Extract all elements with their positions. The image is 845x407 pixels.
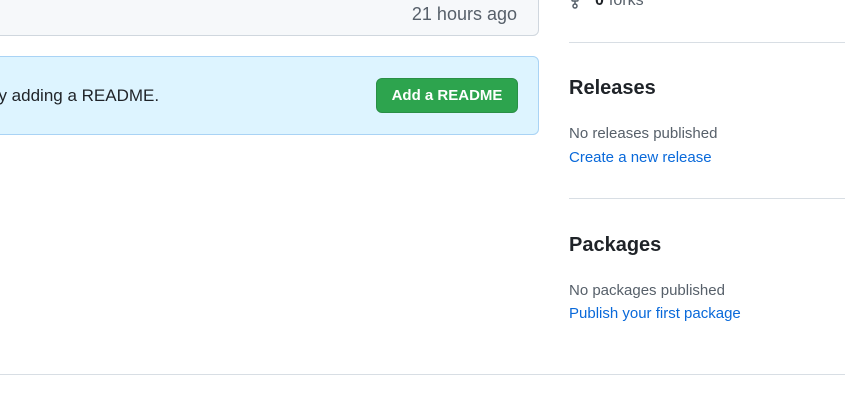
footer-divider — [0, 374, 845, 375]
commit-timestamp[interactable]: 21 hours ago — [412, 2, 517, 26]
readme-banner: by adding a README. Add a README — [0, 56, 539, 135]
latest-commit-box: 21 hours ago — [0, 0, 539, 36]
forks-count: 0 — [595, 0, 604, 9]
forks-label: forks — [608, 0, 644, 9]
sidebar-divider — [569, 198, 845, 199]
repo-page: 21 hours ago by adding a README. Add a R… — [0, 0, 845, 407]
sidebar-divider — [569, 42, 845, 43]
releases-heading[interactable]: Releases — [569, 75, 656, 101]
forks-stat[interactable]: 0 forks — [569, 0, 644, 11]
readme-banner-text: by adding a README. — [0, 86, 160, 105]
packages-status: No packages published — [569, 282, 725, 299]
create-release-link[interactable]: Create a new release — [569, 148, 712, 168]
fork-icon — [571, 0, 579, 9]
releases-status: No releases published — [569, 125, 718, 142]
add-readme-button[interactable]: Add a README — [376, 78, 518, 113]
packages-heading[interactable]: Packages — [569, 232, 661, 258]
publish-package-link[interactable]: Publish your first package — [569, 304, 741, 324]
